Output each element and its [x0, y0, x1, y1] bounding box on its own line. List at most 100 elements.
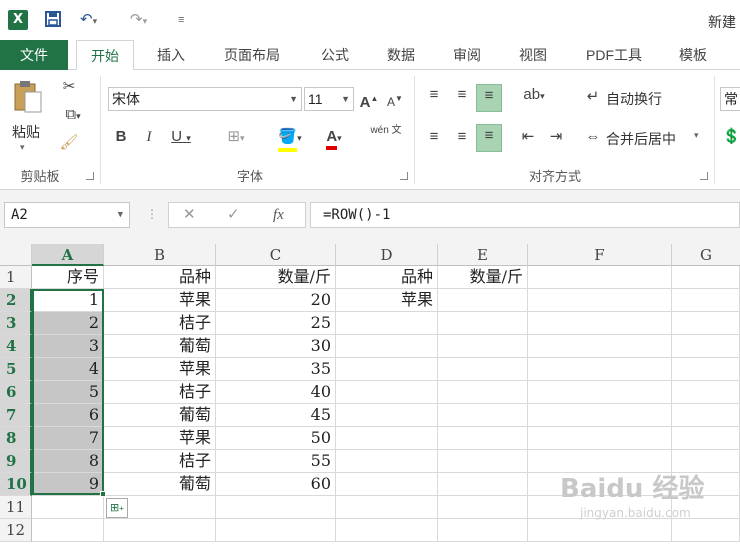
- cell-a6[interactable]: 5: [32, 381, 104, 404]
- italic-button[interactable]: I: [138, 126, 160, 148]
- cell-c1[interactable]: 数量/斤: [216, 266, 336, 289]
- row-header-4[interactable]: 4: [0, 335, 32, 358]
- row-header-1[interactable]: 1: [0, 266, 32, 289]
- row-header-10[interactable]: 10: [0, 473, 32, 496]
- cell-b3[interactable]: 桔子: [104, 312, 216, 335]
- insert-function-icon[interactable]: fx: [273, 203, 284, 227]
- cell-a9[interactable]: 8: [32, 450, 104, 473]
- cell-a10[interactable]: 9: [32, 473, 104, 496]
- cell-f6[interactable]: [528, 381, 672, 404]
- align-top-icon[interactable]: ≡: [422, 84, 446, 108]
- cell-d8[interactable]: [336, 427, 438, 450]
- row-header-11[interactable]: 11: [0, 496, 32, 519]
- cut-icon[interactable]: ✂: [58, 76, 80, 98]
- cell-d4[interactable]: [336, 335, 438, 358]
- column-header-d[interactable]: D: [336, 244, 438, 266]
- column-header-e[interactable]: E: [438, 244, 528, 266]
- number-format-select[interactable]: 常: [720, 87, 740, 111]
- copy-icon[interactable]: ⧉▾: [58, 104, 88, 126]
- cell-f2[interactable]: [528, 289, 672, 312]
- cell-g2[interactable]: [672, 289, 740, 312]
- decrease-indent-icon[interactable]: ⇤: [516, 126, 540, 150]
- merge-center-icon[interactable]: ⇔: [582, 126, 604, 148]
- cell-f4[interactable]: [528, 335, 672, 358]
- cell-c2[interactable]: 20: [216, 289, 336, 312]
- fill-color-icon[interactable]: 🪣▾: [270, 126, 310, 152]
- cell-g5[interactable]: [672, 358, 740, 381]
- wrap-text-label[interactable]: 自动换行: [606, 89, 662, 109]
- cell-e11[interactable]: [438, 496, 528, 519]
- tab-file[interactable]: 文件: [0, 40, 68, 70]
- align-bottom-icon[interactable]: ≡: [476, 84, 502, 112]
- tab-templates[interactable]: 模板: [664, 40, 722, 70]
- cell-f5[interactable]: [528, 358, 672, 381]
- cell-c6[interactable]: 40: [216, 381, 336, 404]
- cell-a3[interactable]: 2: [32, 312, 104, 335]
- cell-g8[interactable]: [672, 427, 740, 450]
- phonetic-guide-icon[interactable]: wén 文: [366, 124, 406, 137]
- cell-e12[interactable]: [438, 519, 528, 542]
- cell-d2[interactable]: 苹果: [336, 289, 438, 312]
- format-painter-icon[interactable]: 🖌: [58, 132, 80, 154]
- cell-c4[interactable]: 30: [216, 335, 336, 358]
- redo-icon[interactable]: ↷▾: [130, 10, 147, 30]
- auto-fill-options-icon[interactable]: ⊞+: [106, 498, 128, 518]
- cell-e2[interactable]: [438, 289, 528, 312]
- tab-formulas[interactable]: 公式: [306, 40, 364, 70]
- row-header-7[interactable]: 7: [0, 404, 32, 427]
- undo-icon[interactable]: ↶▾: [80, 10, 97, 30]
- cell-b10[interactable]: 葡萄: [104, 473, 216, 496]
- grow-font-icon[interactable]: A▲: [358, 88, 380, 114]
- clipboard-launcher-icon[interactable]: [86, 172, 94, 180]
- column-header-c[interactable]: C: [216, 244, 336, 266]
- cell-e5[interactable]: [438, 358, 528, 381]
- cell-g7[interactable]: [672, 404, 740, 427]
- cell-b7[interactable]: 葡萄: [104, 404, 216, 427]
- row-header-6[interactable]: 6: [0, 381, 32, 404]
- cell-c3[interactable]: 25: [216, 312, 336, 335]
- cell-e7[interactable]: [438, 404, 528, 427]
- cell-c11[interactable]: [216, 496, 336, 519]
- column-header-a[interactable]: A: [32, 244, 104, 266]
- cell-g3[interactable]: [672, 312, 740, 335]
- paste-icon[interactable]: [10, 78, 46, 114]
- cell-d5[interactable]: [336, 358, 438, 381]
- tab-review[interactable]: 审阅: [438, 40, 496, 70]
- font-size-select[interactable]: 11 ▼: [304, 87, 354, 111]
- cell-e9[interactable]: [438, 450, 528, 473]
- orientation-icon[interactable]: ab▾: [516, 84, 552, 108]
- tab-home[interactable]: 开始: [76, 40, 134, 71]
- row-header-8[interactable]: 8: [0, 427, 32, 450]
- fill-handle[interactable]: [100, 491, 106, 497]
- cell-c8[interactable]: 50: [216, 427, 336, 450]
- cell-c5[interactable]: 35: [216, 358, 336, 381]
- cell-f1[interactable]: [528, 266, 672, 289]
- column-header-b[interactable]: B: [104, 244, 216, 266]
- name-box[interactable]: A2 ▼: [4, 202, 130, 228]
- cell-c10[interactable]: 60: [216, 473, 336, 496]
- cell-b4[interactable]: 葡萄: [104, 335, 216, 358]
- borders-icon[interactable]: ⊞▾: [218, 126, 254, 149]
- cell-g6[interactable]: [672, 381, 740, 404]
- customize-qat-icon[interactable]: ≡: [178, 10, 184, 30]
- shrink-font-icon[interactable]: A▼: [384, 88, 406, 113]
- formula-input[interactable]: =ROW()-1: [310, 202, 740, 228]
- cell-e3[interactable]: [438, 312, 528, 335]
- column-header-f[interactable]: F: [528, 244, 672, 266]
- font-color-icon[interactable]: A▾: [314, 126, 354, 150]
- cell-b12[interactable]: [104, 519, 216, 542]
- cell-e10[interactable]: [438, 473, 528, 496]
- cell-b9[interactable]: 桔子: [104, 450, 216, 473]
- accounting-format-icon[interactable]: 💲: [722, 126, 740, 148]
- cell-a5[interactable]: 4: [32, 358, 104, 381]
- cell-a2[interactable]: 1: [32, 289, 104, 312]
- cell-a11[interactable]: [32, 496, 104, 519]
- cell-d6[interactable]: [336, 381, 438, 404]
- align-right-icon[interactable]: ≡: [476, 124, 502, 152]
- cell-d7[interactable]: [336, 404, 438, 427]
- cell-b6[interactable]: 桔子: [104, 381, 216, 404]
- cell-a1[interactable]: 序号: [32, 266, 104, 289]
- align-left-icon[interactable]: ≡: [422, 126, 446, 150]
- cell-g12[interactable]: [672, 519, 740, 542]
- cell-e4[interactable]: [438, 335, 528, 358]
